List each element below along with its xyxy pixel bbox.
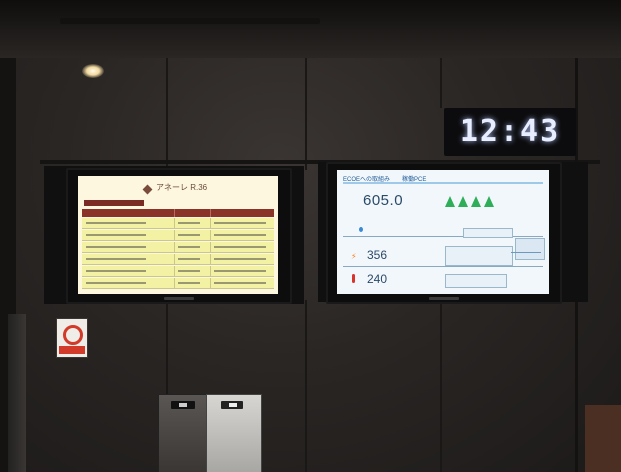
tertiary-reading: 240	[367, 272, 388, 286]
panel-seam	[305, 300, 307, 472]
clock-time: 12:43	[459, 114, 561, 149]
tv-brand-logo	[164, 297, 194, 300]
table-row	[82, 266, 274, 277]
table-cell	[86, 282, 146, 284]
tree-icon	[458, 196, 468, 207]
table-cell	[214, 270, 266, 272]
table-row	[82, 278, 274, 289]
tree-icon	[471, 196, 481, 207]
table-row	[82, 218, 274, 229]
table-cell	[214, 222, 266, 224]
column-separator	[210, 266, 211, 276]
table-cell	[178, 270, 200, 272]
column-separator	[174, 254, 175, 264]
panel-seam	[166, 300, 168, 400]
table-cell	[178, 246, 200, 248]
table-cell	[214, 246, 266, 248]
table-cell	[214, 282, 266, 284]
column-separator	[210, 278, 211, 288]
secondary-reading: 356	[367, 248, 388, 262]
tree-icon	[484, 196, 494, 207]
water-drop-icon	[359, 227, 363, 232]
panel-seam	[440, 58, 442, 108]
right-screen: ECOEへの取組み 稼働PCE 605.0 ⚡ 356 240	[337, 170, 549, 294]
header-cell	[82, 209, 174, 217]
left-screen-title: アネーレ R.36	[156, 183, 208, 192]
table-cell	[86, 246, 146, 248]
trash-bin-light	[206, 394, 262, 472]
side-kiosk	[8, 314, 26, 472]
bin-label	[179, 403, 187, 407]
ceiling-spotlight	[82, 64, 104, 78]
column-separator	[210, 254, 211, 264]
table-row	[82, 242, 274, 253]
diamond-icon	[142, 184, 153, 195]
column-separator	[174, 266, 175, 276]
info-box	[445, 246, 513, 266]
header-cell	[174, 209, 211, 217]
connector-line	[511, 252, 541, 253]
section-tag	[84, 200, 144, 206]
info-box	[445, 274, 507, 288]
header-cell	[210, 209, 275, 217]
no-smoking-sign	[56, 318, 88, 358]
table-cell	[178, 282, 200, 284]
bin-label	[229, 403, 237, 407]
panel-seam	[166, 58, 168, 170]
table-cell	[214, 258, 266, 260]
divider-line	[343, 236, 543, 237]
panel-seam	[440, 300, 442, 472]
table-cell	[86, 258, 146, 260]
diagram-box	[515, 238, 545, 260]
column-separator	[210, 230, 211, 240]
table-cell	[86, 270, 146, 272]
title-underline	[343, 182, 543, 184]
table-row	[82, 254, 274, 265]
column-separator	[174, 218, 175, 228]
divider-line	[343, 266, 543, 267]
ceiling	[0, 0, 621, 58]
ceiling-vent	[60, 18, 320, 24]
table-cell	[86, 222, 146, 224]
table-cell	[178, 258, 200, 260]
table-row	[82, 230, 274, 241]
digital-clock: 12:43	[444, 108, 576, 156]
table-cell	[86, 234, 146, 236]
wooden-floor	[585, 405, 621, 472]
left-screen: アネーレ R.36	[78, 176, 278, 294]
column-separator	[174, 278, 175, 288]
photo: 12:43 アネーレ R.36 ECOEへの取組み 稼働PCE 605.0 ⚡ …	[0, 0, 621, 472]
tv-brand-logo	[429, 297, 459, 300]
prohibition-icon	[63, 325, 83, 345]
table-cell	[178, 222, 200, 224]
sign-label-bar	[59, 346, 85, 354]
tree-icon	[445, 196, 455, 207]
column-separator	[174, 230, 175, 240]
column-separator	[174, 242, 175, 252]
table-cell	[178, 234, 200, 236]
main-reading: 605.0	[363, 192, 404, 209]
column-separator	[210, 242, 211, 252]
table-header	[82, 209, 274, 217]
trash-bin-dark	[158, 394, 212, 472]
info-box	[463, 228, 513, 238]
thermometer-icon	[352, 274, 355, 283]
panel-seam	[305, 58, 307, 170]
flame-icon: ⚡	[351, 252, 357, 261]
table-cell	[214, 234, 266, 236]
column-separator	[210, 218, 211, 228]
